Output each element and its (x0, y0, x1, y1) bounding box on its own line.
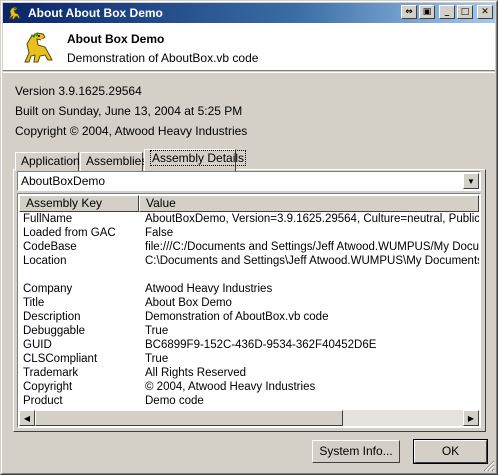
pin-icon: ⇔ (405, 6, 413, 17)
list-item-value: All Rights Reserved (145, 367, 246, 379)
list-item-key: FullName (23, 213, 73, 225)
system-info-button[interactable]: System Info... (312, 440, 400, 463)
list-item-key: Loaded from GAC (23, 227, 116, 239)
list-item-value (139, 268, 479, 282)
dinosaur-icon (8, 6, 21, 20)
maximize-button[interactable]: □ (457, 5, 473, 19)
scroll-thumb[interactable] (35, 410, 343, 426)
maximize-icon: □ (460, 6, 470, 17)
assembly-details-list[interactable]: Assembly Key Value FullName AboutBoxDemo,… (17, 193, 481, 428)
list-item[interactable]: Product Demo code (19, 394, 479, 408)
assembly-select[interactable]: AboutBoxDemo ▼ (17, 171, 481, 191)
list-item-key: CodeBase (23, 241, 77, 253)
app-description: Demonstration of AboutBox.vb code (67, 51, 259, 65)
window-title: About About Box Demo (28, 6, 163, 20)
list-item-value: © 2004, Atwood Heavy Industries (145, 381, 316, 393)
tab-application[interactable]: Application (15, 152, 80, 171)
arrow-right-icon: ▶ (467, 413, 475, 423)
header-divider (3, 72, 495, 73)
list-item-value: True (145, 353, 169, 365)
dinosaur-logo-icon (24, 32, 53, 63)
list-item[interactable]: Copyright © 2004, Atwood Heavy Industries (19, 380, 479, 394)
list-item[interactable]: FullName AboutBoxDemo, Version=3.9.1625.2… (19, 212, 479, 226)
copyright-label: Copyright © 2004, Atwood Heavy Industrie… (15, 124, 248, 138)
dropdown-button[interactable]: ▼ (463, 173, 479, 189)
list-item-key: Company (23, 283, 73, 295)
version-label: Version 3.9.1625.29564 (15, 84, 142, 98)
list-item-value: C:\Documents and Settings\Jeff Atwood.WU… (145, 255, 479, 267)
list-item-value: Demo code (145, 395, 204, 407)
tab-assemblies[interactable]: Assemblies (80, 152, 147, 171)
list-item-value: About Box Demo (145, 297, 232, 309)
tab-application-label: Application (21, 154, 80, 168)
list-item[interactable]: Title About Box Demo (19, 296, 479, 310)
scroll-right-button[interactable]: ▶ (463, 410, 479, 426)
list-item-key: CLSCompliant (23, 353, 98, 365)
list-item[interactable]: GUID BC6899F9-152C-436D-9534-362F40452D6E (19, 338, 479, 352)
title-bar-buttons: ⇔ ▣ _ □ ✕ (399, 5, 493, 19)
horizontal-scrollbar[interactable]: ◀ ▶ (19, 410, 479, 426)
list-item-key: Title (23, 297, 45, 309)
list-item-value: Atwood Heavy Industries (145, 283, 273, 295)
tab-assembly-details[interactable]: Assembly Details (144, 149, 247, 171)
list-item-value: True (145, 325, 169, 337)
close-button[interactable]: ✕ (477, 5, 493, 19)
resize-grip-icon[interactable] (483, 460, 495, 472)
ok-button-label: OK (441, 444, 460, 458)
column-header-value[interactable]: Value (139, 195, 479, 212)
list-item[interactable]: Loaded from GAC False (19, 226, 479, 240)
close-icon: ✕ (481, 6, 489, 17)
app-name: About Box Demo (67, 32, 165, 46)
list-item-value: BC6899F9-152C-436D-9534-362F40452D6E (145, 339, 377, 351)
list-item[interactable]: Debuggable True (19, 324, 479, 338)
restore-small-button[interactable]: ▣ (419, 5, 435, 19)
pin-button[interactable]: ⇔ (401, 5, 417, 19)
assembly-select-value: AboutBoxDemo (21, 174, 106, 188)
list-item[interactable]: Company Atwood Heavy Industries (19, 282, 479, 296)
list-item[interactable]: CLSCompliant True (19, 352, 479, 366)
tab-assemblies-label: Assemblies (86, 154, 148, 168)
list-item-key: Description (23, 311, 81, 323)
list-item-key: Product (23, 395, 63, 407)
list-item[interactable]: Description Demonstration of AboutBox.vb … (19, 310, 479, 324)
list-item-key: Location (23, 255, 67, 267)
tab-assembly-details-label: Assembly Details (150, 150, 247, 166)
restore-small-icon: ▣ (422, 6, 432, 17)
minimize-button[interactable]: _ (439, 5, 455, 19)
system-info-button-label: System Info... (319, 444, 393, 458)
list-header: Assembly Key Value (19, 195, 479, 212)
list-item-key: Trademark (23, 367, 79, 379)
list-body: FullName AboutBoxDemo, Version=3.9.1625.2… (19, 212, 479, 410)
list-item-key (19, 268, 139, 282)
list-item-value: file:///C:/Documents and Settings/Jeff A… (145, 241, 479, 253)
list-item[interactable] (19, 268, 479, 282)
about-header: About Box Demo Demonstration of AboutBox… (3, 23, 495, 71)
arrow-left-icon: ◀ (23, 413, 31, 423)
list-item-key: Debuggable (23, 325, 86, 337)
title-bar[interactable]: About About Box Demo ⇔ ▣ _ □ ✕ (3, 3, 495, 23)
about-dialog: About About Box Demo ⇔ ▣ _ □ ✕ About Box… (0, 0, 498, 475)
minimize-icon: _ (444, 6, 450, 17)
list-item-value: Demonstration of AboutBox.vb code (145, 311, 329, 323)
list-item-value: AboutBoxDemo, Version=3.9.1625.29564, Cu… (145, 213, 479, 225)
scroll-left-button[interactable]: ◀ (19, 410, 35, 426)
list-item[interactable]: Location C:\Documents and Settings\Jeff A… (19, 254, 479, 268)
ok-button[interactable]: OK (413, 439, 488, 464)
chevron-down-icon: ▼ (467, 176, 475, 186)
list-item[interactable]: Trademark All Rights Reserved (19, 366, 479, 380)
list-item-key: GUID (23, 339, 52, 351)
column-header-key[interactable]: Assembly Key (19, 195, 139, 212)
list-item-key: Copyright (23, 381, 73, 393)
list-item[interactable]: CodeBase file:///C:/Documents and Setting… (19, 240, 479, 254)
list-item-value: False (145, 227, 174, 239)
build-date-label: Built on Sunday, June 13, 2004 at 5:25 P… (15, 104, 243, 118)
